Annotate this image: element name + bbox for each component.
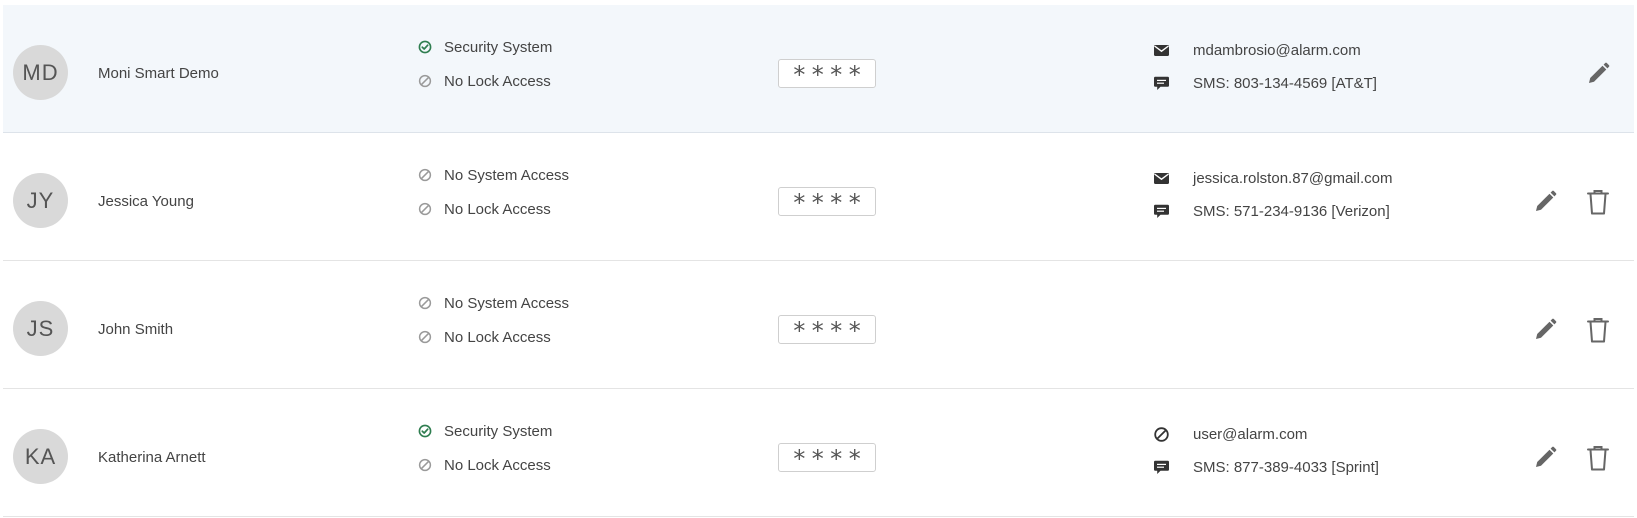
user-name: Moni Smart Demo bbox=[98, 65, 219, 82]
avatar: KA bbox=[13, 429, 68, 484]
user-list: MD Moni Smart Demo Security System No Lo… bbox=[0, 0, 1637, 518]
system-access-label: Security System bbox=[444, 38, 553, 56]
edit-user-button[interactable] bbox=[1583, 59, 1613, 89]
pin-code-masked[interactable]: **** bbox=[778, 315, 876, 345]
sms-contact: SMS: 571-234-9136 [Verizon] bbox=[1153, 200, 1390, 222]
chat-icon bbox=[1153, 75, 1170, 92]
user-name: Jessica Young bbox=[98, 193, 194, 210]
system-access-label: No System Access bbox=[444, 166, 570, 184]
system-access-label: No System Access bbox=[444, 294, 570, 312]
user-row[interactable]: JS John Smith No System Access No Lock A… bbox=[3, 261, 1634, 389]
avatar: MD bbox=[13, 45, 68, 100]
delete-user-button[interactable] bbox=[1583, 315, 1613, 345]
system-access-label: Security System bbox=[444, 422, 553, 440]
user-name: John Smith bbox=[98, 321, 174, 338]
blocked-icon bbox=[418, 168, 432, 182]
edit-user-button[interactable] bbox=[1530, 443, 1560, 473]
system-access: Security System bbox=[418, 37, 552, 57]
blocked-icon bbox=[418, 330, 432, 344]
user-name: Katherina Arnett bbox=[98, 449, 206, 466]
edit-user-button[interactable] bbox=[1530, 187, 1560, 217]
email-text: user@alarm.com bbox=[1193, 425, 1308, 443]
blocked-icon bbox=[418, 74, 432, 88]
blocked-icon bbox=[418, 458, 432, 472]
trash-icon bbox=[1583, 443, 1613, 473]
lock-access-label: No Lock Access bbox=[444, 72, 551, 90]
user-row[interactable]: JY Jessica Young No System Access No Loc… bbox=[3, 133, 1634, 261]
chat-icon bbox=[1153, 203, 1170, 220]
pencil-icon bbox=[1583, 59, 1613, 89]
pin-code-masked[interactable]: **** bbox=[778, 187, 876, 217]
chat-icon bbox=[1153, 459, 1170, 476]
edit-user-button[interactable] bbox=[1530, 315, 1560, 345]
pencil-icon bbox=[1530, 315, 1560, 345]
email-text: mdambrosio@alarm.com bbox=[1193, 41, 1361, 59]
lock-access-label: No Lock Access bbox=[444, 328, 551, 346]
envelope-icon bbox=[1153, 42, 1170, 59]
pin-code-masked[interactable]: **** bbox=[778, 443, 876, 473]
sms-contact: SMS: 803-134-4569 [AT&T] bbox=[1153, 72, 1377, 94]
delete-user-button[interactable] bbox=[1583, 443, 1613, 473]
pencil-icon bbox=[1530, 187, 1560, 217]
email-contact: user@alarm.com bbox=[1153, 423, 1307, 445]
sms-text: SMS: 803-134-4569 [AT&T] bbox=[1193, 74, 1377, 92]
user-row[interactable]: KA Katherina Arnett Security System No L… bbox=[3, 389, 1634, 517]
lock-access: No Lock Access bbox=[418, 327, 551, 347]
user-row[interactable]: MD Moni Smart Demo Security System No Lo… bbox=[3, 5, 1634, 133]
envelope-icon bbox=[1153, 170, 1170, 187]
lock-access: No Lock Access bbox=[418, 455, 551, 475]
trash-icon bbox=[1583, 315, 1613, 345]
email-contact: mdambrosio@alarm.com bbox=[1153, 39, 1361, 61]
trash-icon bbox=[1583, 187, 1613, 217]
avatar: JS bbox=[13, 301, 68, 356]
system-access: No System Access bbox=[418, 293, 569, 313]
blocked-icon bbox=[418, 296, 432, 310]
sms-text: SMS: 571-234-9136 [Verizon] bbox=[1193, 202, 1390, 220]
system-access: Security System bbox=[418, 421, 552, 441]
email-text: jessica.rolston.87@gmail.com bbox=[1193, 169, 1393, 187]
avatar: JY bbox=[13, 173, 68, 228]
pencil-icon bbox=[1530, 443, 1560, 473]
pin-code-masked[interactable]: **** bbox=[778, 59, 876, 89]
lock-access-label: No Lock Access bbox=[444, 200, 551, 218]
sms-text: SMS: 877-389-4033 [Sprint] bbox=[1193, 458, 1379, 476]
lock-access: No Lock Access bbox=[418, 71, 551, 91]
email-contact: jessica.rolston.87@gmail.com bbox=[1153, 167, 1392, 189]
check-circle-icon bbox=[418, 424, 432, 438]
lock-access: No Lock Access bbox=[418, 199, 551, 219]
lock-access-label: No Lock Access bbox=[444, 456, 551, 474]
blocked-icon bbox=[418, 202, 432, 216]
delete-user-button[interactable] bbox=[1583, 187, 1613, 217]
check-circle-icon bbox=[418, 40, 432, 54]
sms-contact: SMS: 877-389-4033 [Sprint] bbox=[1153, 456, 1379, 478]
blocked-icon bbox=[1153, 426, 1170, 443]
system-access: No System Access bbox=[418, 165, 569, 185]
